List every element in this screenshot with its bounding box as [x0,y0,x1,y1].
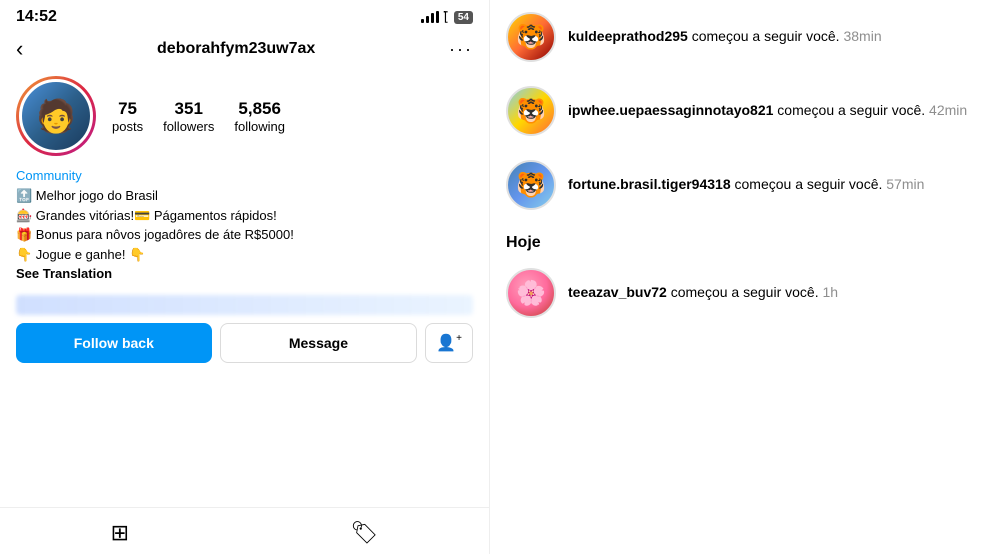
notif-action-1: começou a seguir você. [692,28,840,44]
notif-username-1[interactable]: kuldeeprathod295 [568,28,688,44]
notif-username-3[interactable]: fortune.brasil.tiger94318 [568,176,731,192]
followers-label: followers [163,119,214,134]
notification-item-3: 🐯 fortune.brasil.tiger94318 começou a se… [490,148,984,222]
notif-time-1: 38min [843,28,881,44]
posts-stat[interactable]: 75 posts [112,99,143,134]
grid-icon[interactable]: ⊞ [111,520,129,546]
nav-bar: ‹ deborahfym23uw7ax ··· [0,30,489,68]
blurred-link [16,295,473,315]
notif-action-2: começou a seguir você. [777,102,925,118]
notif-time-4: 1h [822,284,838,300]
notif-avatar-2: 🐯 [506,86,556,136]
notif-avatar-3: 🐯 [506,160,556,210]
notif-avatar-1: 🐯 [506,12,556,62]
following-label: following [234,119,285,134]
phone-panel: 14:52 ⌊̈ 54 ‹ deborahfym23uw7ax ··· 🧑 75 [0,0,490,554]
notif-action-3: começou a seguir você. [735,176,883,192]
signal-icon [421,11,439,23]
notification-item: 🐯 kuldeeprathod295 começou a seguir você… [490,0,984,74]
notif-username-2[interactable]: ipwhee.uepaessaginnotayo821 [568,102,773,118]
notif-username-4[interactable]: teeazav_buv72 [568,284,667,300]
avatar: 🧑 [16,76,96,156]
followers-count: 351 [175,99,203,119]
notification-item-4: 🌸 teeazav_buv72 começou a seguir você. 1… [490,256,984,330]
notifications-panel: 🐯 kuldeeprathod295 começou a seguir você… [490,0,984,554]
tag-icon[interactable]: 🏷 [350,520,378,546]
notif-action-4: começou a seguir você. [671,284,819,300]
community-link[interactable]: Community [16,168,473,183]
avatar-inner: 🧑 [19,79,93,153]
notification-item-2: 🐯 ipwhee.uepaessaginnotayo821 começou a … [490,74,984,148]
back-button[interactable]: ‹ [16,36,23,62]
profile-username-header: deborahfym23uw7ax [157,40,315,58]
add-friend-button[interactable]: 👤+ [425,323,473,363]
notif-text-2: ipwhee.uepaessaginnotayo821 começou a se… [568,101,968,121]
add-person-icon: 👤+ [436,333,462,353]
battery-badge: 54 [454,11,473,24]
posts-label: posts [112,119,143,134]
status-bar: 14:52 ⌊̈ 54 [0,0,489,30]
notif-time-3: 57min [886,176,924,192]
notif-text-4: teeazav_buv72 começou a seguir você. 1h [568,283,968,303]
wifi-icon: ⌊̈ [444,9,449,25]
status-icons: ⌊̈ 54 [421,9,473,25]
follow-back-button[interactable]: Follow back [16,323,212,363]
bottom-nav: ⊞ 🏷 [0,507,489,554]
followers-stat[interactable]: 351 followers [163,99,214,134]
notif-text-3: fortune.brasil.tiger94318 começou a segu… [568,175,968,195]
see-translation-button[interactable]: See Translation [16,266,473,281]
following-count: 5,856 [238,99,281,119]
more-options-button[interactable]: ··· [449,39,473,60]
bio-text: 🔝 Melhor jogo do Brasil 🎰 Grandes vitóri… [16,186,473,264]
posts-count: 75 [118,99,137,119]
action-buttons: Follow back Message 👤+ [0,323,489,363]
section-today-header: Hoje [490,222,984,256]
avatar-image: 🧑 [36,97,76,135]
following-stat[interactable]: 5,856 following [234,99,285,134]
message-button[interactable]: Message [220,323,418,363]
notif-time-2: 42min [929,102,967,118]
bio-section: Community 🔝 Melhor jogo do Brasil 🎰 Gran… [0,164,489,289]
profile-section: 🧑 75 posts 351 followers 5,856 following [0,68,489,164]
status-time: 14:52 [16,8,57,26]
notif-text-1: kuldeeprathod295 começou a seguir você. … [568,27,968,47]
notif-avatar-4: 🌸 [506,268,556,318]
stats-row: 75 posts 351 followers 5,856 following [112,99,285,134]
